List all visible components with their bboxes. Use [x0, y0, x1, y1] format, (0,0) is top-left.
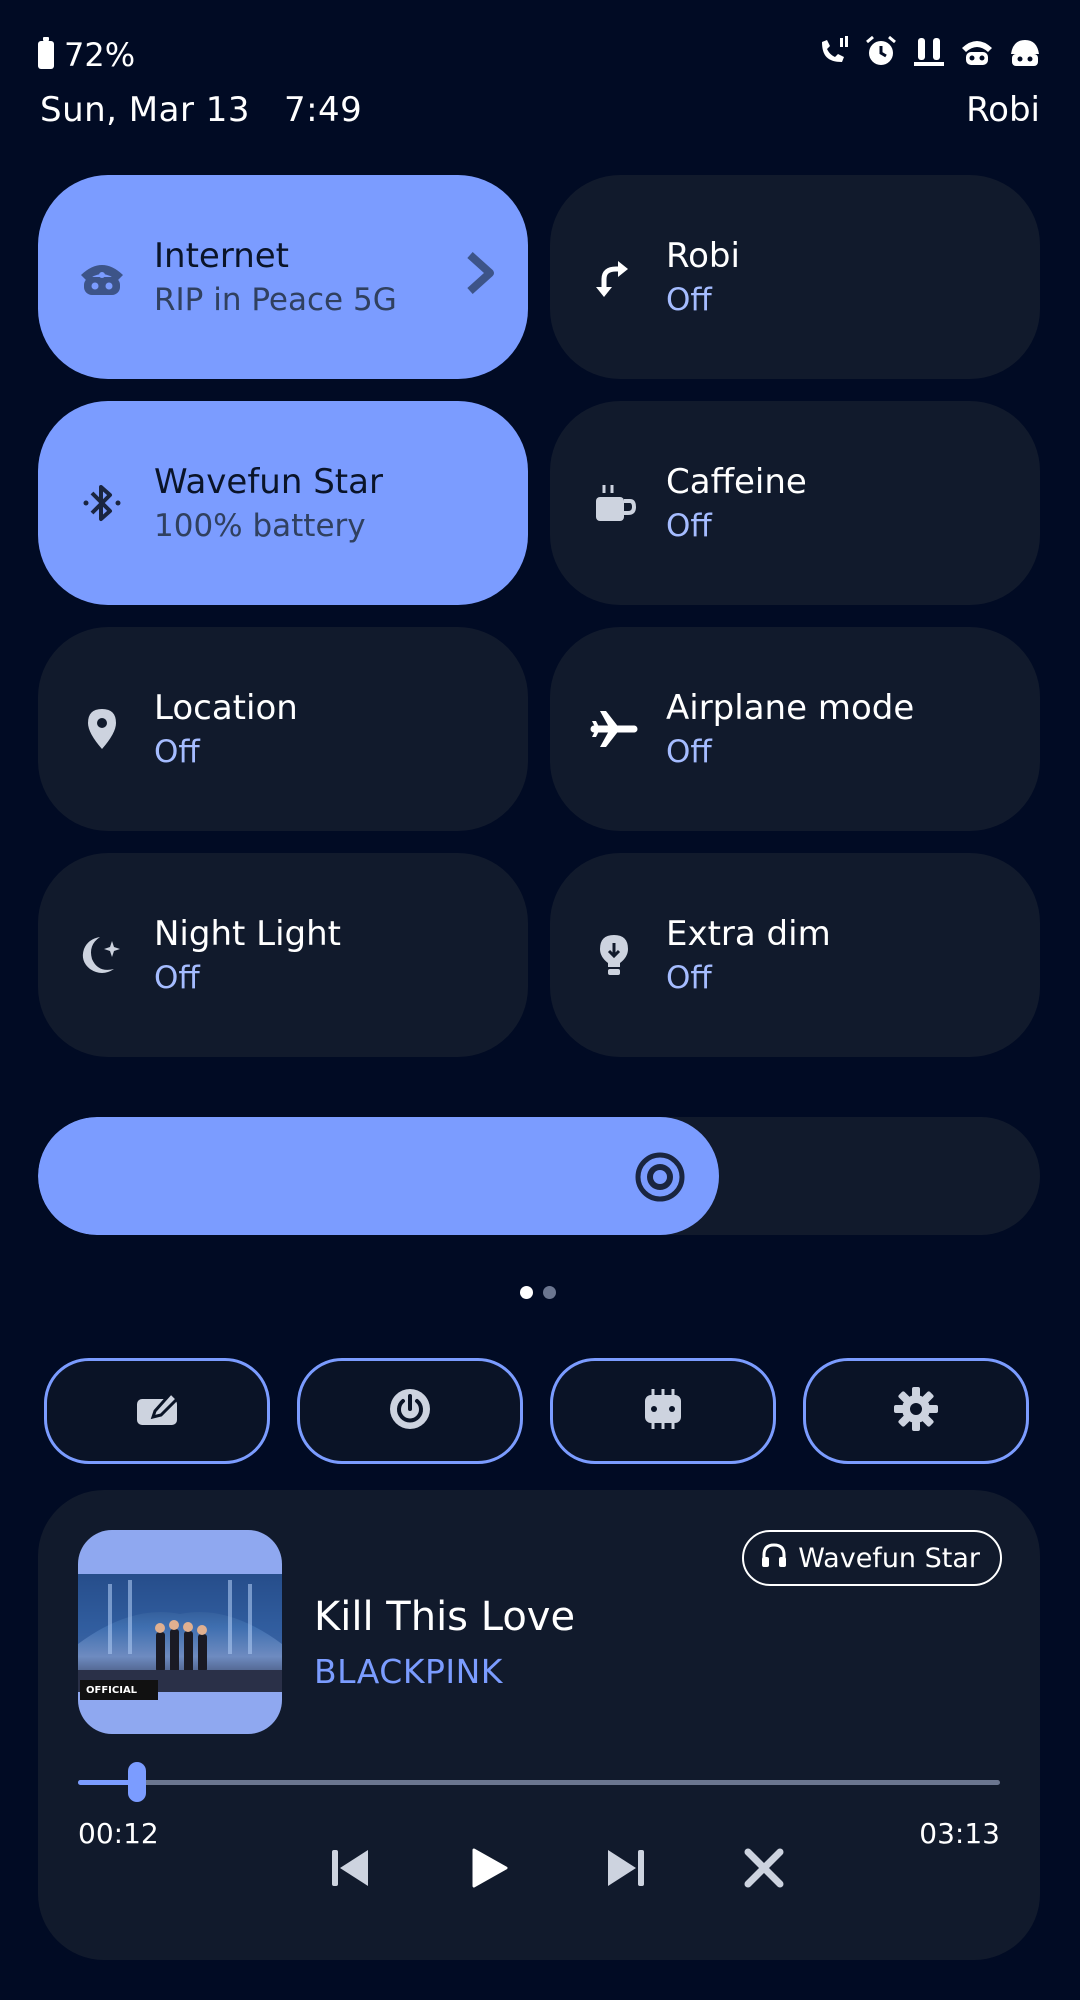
cpu-button[interactable]: [550, 1358, 776, 1464]
tile-extra-dim[interactable]: Extra dim Off: [550, 853, 1040, 1057]
close-icon[interactable]: [734, 1838, 794, 1898]
chevron-right-icon[interactable]: [464, 251, 494, 299]
tile-location[interactable]: Location Off: [38, 627, 528, 831]
cpu-icon: [639, 1385, 687, 1437]
battery-status: 72%: [38, 36, 135, 74]
album-art: OFFICIAL: [78, 1530, 282, 1734]
time-label: 7:49: [283, 90, 363, 130]
brightness-slider[interactable]: [38, 1117, 1040, 1235]
signal-icon: [1008, 34, 1042, 68]
album-art-image: OFFICIAL: [78, 1574, 282, 1700]
status-icons: [816, 34, 1042, 68]
carrier-label: Robi: [966, 90, 1040, 130]
tile-internet[interactable]: Internet RIP in Peace 5G: [38, 175, 528, 379]
power-button[interactable]: [297, 1358, 523, 1464]
previous-track-icon[interactable]: [320, 1838, 380, 1898]
wifi-bluetooth-icon: [960, 34, 994, 68]
brightness-icon[interactable]: [634, 1151, 686, 1203]
mobile-data-icon: [588, 251, 640, 303]
edit-icon: [133, 1385, 181, 1437]
tile-night-light[interactable]: Night Light Off: [38, 853, 528, 1057]
tile-title: Internet: [154, 236, 290, 276]
moon-icon: [76, 929, 128, 981]
battery-level: 72%: [64, 36, 136, 74]
page-indicator: [520, 1286, 556, 1299]
tile-title: Wavefun Star: [154, 462, 383, 502]
song-artist: BLACKPINK: [314, 1652, 503, 1691]
media-player-card[interactable]: OFFICIAL Wavefun Star Kill This Love BLA…: [38, 1490, 1040, 1960]
location-pin-icon: [76, 703, 128, 755]
wifi-icon: [76, 251, 128, 303]
tile-mobile-data[interactable]: Robi Off: [550, 175, 1040, 379]
alarm-icon: [864, 34, 898, 68]
earbuds-icon: [912, 34, 946, 68]
tile-subtitle: Off: [154, 960, 200, 996]
tile-subtitle: 100% battery: [154, 508, 366, 544]
tile-title: Extra dim: [666, 914, 831, 954]
seek-thumb[interactable]: [128, 1762, 146, 1802]
play-icon[interactable]: [458, 1838, 518, 1898]
battery-icon: [38, 37, 54, 69]
settings-button[interactable]: [803, 1358, 1029, 1464]
tile-subtitle: Off: [666, 960, 712, 996]
tile-subtitle: Off: [666, 734, 712, 770]
page-dot: [543, 1286, 556, 1299]
tile-bluetooth[interactable]: Wavefun Star 100% battery: [38, 401, 528, 605]
tile-subtitle: RIP in Peace 5G: [154, 282, 397, 318]
next-track-icon[interactable]: [596, 1838, 656, 1898]
tile-title: Caffeine: [666, 462, 807, 502]
edit-button[interactable]: [44, 1358, 270, 1464]
tile-title: Airplane mode: [666, 688, 915, 728]
total-duration: 03:13: [919, 1817, 1000, 1850]
output-device-chip[interactable]: Wavefun Star: [742, 1530, 1002, 1586]
tile-airplane-mode[interactable]: Airplane mode Off: [550, 627, 1040, 831]
lightbulb-icon: [588, 929, 640, 981]
brightness-fill: [38, 1117, 719, 1235]
airplane-icon: [588, 703, 640, 755]
headphones-icon: [760, 1541, 788, 1576]
bluetooth-icon: [76, 477, 128, 529]
output-device-label: Wavefun Star: [798, 1542, 980, 1574]
seek-bar[interactable]: [78, 1762, 1000, 1802]
elapsed-time: 00:12: [78, 1817, 159, 1850]
power-icon: [386, 1385, 434, 1437]
tile-caffeine[interactable]: Caffeine Off: [550, 401, 1040, 605]
date-time[interactable]: Sun, Mar 13 7:49: [40, 90, 362, 130]
volte-call-icon: [816, 34, 850, 68]
album-art-badge: OFFICIAL: [80, 1680, 158, 1700]
tile-title: Night Light: [154, 914, 341, 954]
tile-title: Location: [154, 688, 298, 728]
page-dot-active: [520, 1286, 533, 1299]
tile-subtitle: Off: [666, 508, 712, 544]
song-title: Kill This Love: [314, 1594, 576, 1640]
date-label: Sun, Mar 13: [40, 90, 251, 130]
tile-subtitle: Off: [154, 734, 200, 770]
tile-subtitle: Off: [666, 282, 712, 318]
gear-icon: [892, 1385, 940, 1437]
coffee-cup-icon: [588, 477, 640, 529]
tile-title: Robi: [666, 236, 740, 276]
